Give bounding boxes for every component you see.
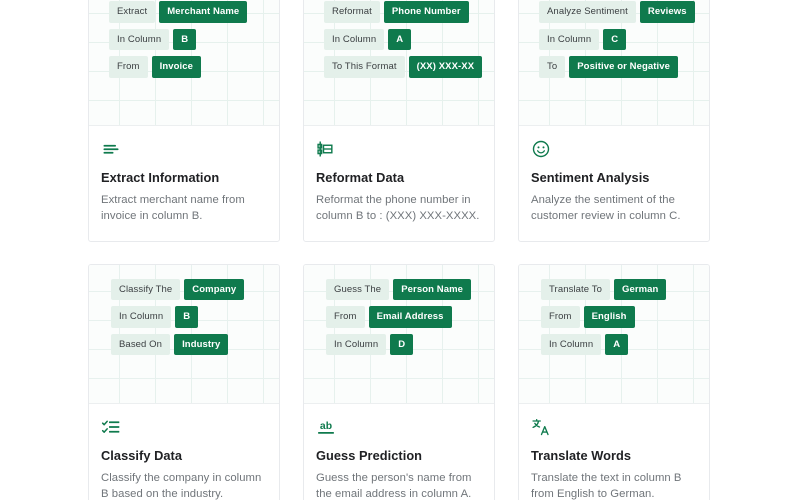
formula-chip-row: Translate To German (541, 278, 709, 301)
formula-label-chip[interactable]: In Column (539, 28, 600, 50)
card-title: Translate Words (531, 447, 632, 463)
formula-value-chip[interactable]: B (175, 306, 199, 328)
formula-chip-row: To Positive or Negative (539, 56, 709, 78)
formula-label-chip[interactable]: Classify The (111, 278, 181, 301)
formula-chip-row: In Column B (111, 306, 279, 328)
formula-label-chip[interactable]: In Column (541, 333, 602, 356)
smiley-face-icon (531, 139, 551, 159)
card-title: Reformat Data (316, 170, 405, 185)
format-shapes-icon (316, 139, 336, 159)
formula-chip-stack: Translate To German From English In Column A (519, 278, 709, 356)
card-grid: Extract Merchant Name In Column B From Invoic… (88, 0, 728, 500)
formula-chip-row: To This Format (XX) XXX-XX (324, 56, 494, 78)
formula-value-chip[interactable]: Company (184, 278, 245, 301)
card-title: Classify Data (101, 447, 183, 463)
card-body: Extract Information Extract merchant name… (89, 126, 279, 241)
formula-value-chip[interactable]: Person Name (393, 278, 472, 301)
card-description: Extract merchant name from invoice in co… (101, 193, 245, 223)
card-title: Sentiment Analysis (531, 170, 650, 185)
card-description: Reformat the phone number in column B to… (316, 193, 480, 223)
card-description: Classify the company in column B based o… (101, 471, 262, 500)
formula-chip-row: In Column B (109, 28, 279, 50)
formula-chip-stack: Analyze Sentiment Reviews In Column C To Posi… (519, 1, 709, 78)
formula-label-chip[interactable]: Guess The (326, 278, 390, 301)
formula-label-chip[interactable]: In Column (324, 28, 385, 50)
formula-value-chip[interactable]: English (583, 306, 635, 328)
spreadsheet-preview: Translate To German From English In Column A (519, 264, 709, 404)
formula-value-chip[interactable]: A (388, 28, 412, 50)
formula-label-chip[interactable]: In Column (109, 28, 170, 50)
formula-value-chip[interactable]: Industry (174, 333, 229, 356)
formula-value-chip[interactable]: A (605, 333, 629, 356)
formula-chip-row: From Invoice (109, 56, 279, 78)
formula-chip-row: From English (541, 306, 709, 328)
spreadsheet-preview: Classify The Company In Column B Based On Ind… (89, 264, 279, 404)
feature-card-gallery: Extract Merchant Name In Column B From Invoic… (0, 0, 800, 500)
formula-label-chip[interactable]: To (539, 56, 566, 78)
formula-value-chip[interactable]: German (613, 278, 667, 301)
formula-chip-stack: Reformat Phone Number In Column A To This Fo… (304, 1, 494, 78)
formula-value-chip[interactable]: B (173, 28, 197, 50)
svg-text:ab: ab (320, 421, 332, 432)
feature-card-classify-data[interactable]: Classify The Company In Column B Based On Ind… (88, 263, 280, 500)
spreadsheet-preview: Reformat Phone Number In Column A To This Fo… (304, 0, 494, 126)
feature-card-translate-words[interactable]: Translate To German From English In Column A T… (518, 263, 710, 500)
formula-value-chip[interactable]: Reviews (639, 1, 695, 23)
formula-chip-row: Classify The Company (111, 278, 279, 301)
formula-value-chip[interactable]: Merchant Name (159, 1, 248, 23)
formula-chip-row: Based On Industry (111, 333, 279, 356)
formula-chip-row: In Column A (324, 28, 494, 50)
formula-value-chip[interactable]: Positive or Negative (569, 56, 679, 78)
formula-chip-row: Guess The Person Name (326, 278, 494, 301)
formula-value-chip[interactable]: D (390, 333, 414, 356)
spreadsheet-preview: Guess The Person Name From Email Address In … (304, 264, 494, 404)
card-title: Extract Information (101, 170, 220, 185)
translate-icon (531, 417, 551, 437)
formula-chip-row: Extract Merchant Name (109, 1, 279, 23)
formula-label-chip[interactable]: From (541, 306, 580, 328)
formula-label-chip[interactable]: To This Format (324, 56, 405, 78)
feature-card-extract-information[interactable]: Extract Merchant Name In Column B From Invoic… (88, 0, 280, 242)
formula-label-chip[interactable]: From (326, 306, 365, 328)
spellcheck-ab-icon: ab (316, 417, 336, 437)
formula-label-chip[interactable]: Reformat (324, 1, 380, 23)
card-description: Guess the person's name from the email a… (316, 471, 472, 500)
formula-label-chip[interactable]: Extract (109, 1, 156, 23)
card-title: Guess Prediction (316, 447, 423, 463)
spreadsheet-preview: Extract Merchant Name In Column B From Invoic… (89, 0, 279, 126)
card-body: Classify Data Classify the company in col… (89, 404, 279, 500)
formula-label-chip[interactable]: In Column (326, 333, 387, 356)
feature-card-reformat-data[interactable]: Reformat Phone Number In Column A To This Fo… (303, 0, 495, 242)
formula-label-chip[interactable]: From (109, 56, 148, 78)
formula-label-chip[interactable]: Based On (111, 333, 171, 356)
formula-chip-stack: Extract Merchant Name In Column B From Invoic… (89, 1, 279, 78)
formula-chip-row: Analyze Sentiment Reviews (539, 1, 709, 23)
formula-chip-row: From Email Address (326, 306, 494, 328)
short-text-icon (101, 139, 121, 159)
formula-chip-stack: Classify The Company In Column B Based On Ind… (89, 278, 279, 356)
formula-chip-stack: Guess The Person Name From Email Address In … (304, 278, 494, 356)
card-body: Translate Words Translate the text in col… (519, 404, 709, 500)
formula-label-chip[interactable]: In Column (111, 306, 172, 328)
card-body: Sentiment Analysis Analyze the sentiment … (519, 126, 709, 241)
formula-value-chip[interactable]: Invoice (151, 56, 202, 78)
checklist-icon (101, 417, 121, 437)
formula-chip-row: Reformat Phone Number (324, 1, 494, 23)
card-body: ab Guess Prediction Guess the person's nam… (304, 404, 494, 500)
feature-card-guess-prediction[interactable]: Guess The Person Name From Email Address In … (303, 263, 495, 500)
formula-label-chip[interactable]: Translate To (541, 278, 610, 301)
formula-value-chip[interactable]: (XX) XXX-XX (408, 56, 483, 78)
card-description: Translate the text in column B from Engl… (531, 471, 682, 500)
feature-card-sentiment-analysis[interactable]: Analyze Sentiment Reviews In Column C To Posi… (518, 0, 710, 242)
card-description: Analyze the sentiment of the customer re… (531, 193, 681, 223)
formula-chip-row: In Column A (541, 333, 709, 356)
formula-chip-row: In Column D (326, 333, 494, 356)
formula-value-chip[interactable]: Email Address (368, 306, 452, 328)
formula-value-chip[interactable]: C (603, 28, 627, 50)
formula-label-chip[interactable]: Analyze Sentiment (539, 1, 636, 23)
spreadsheet-preview: Analyze Sentiment Reviews In Column C To Posi… (519, 0, 709, 126)
formula-chip-row: In Column C (539, 28, 709, 50)
formula-value-chip[interactable]: Phone Number (383, 1, 469, 23)
card-body: Reformat Data Reformat the phone number i… (304, 126, 494, 241)
